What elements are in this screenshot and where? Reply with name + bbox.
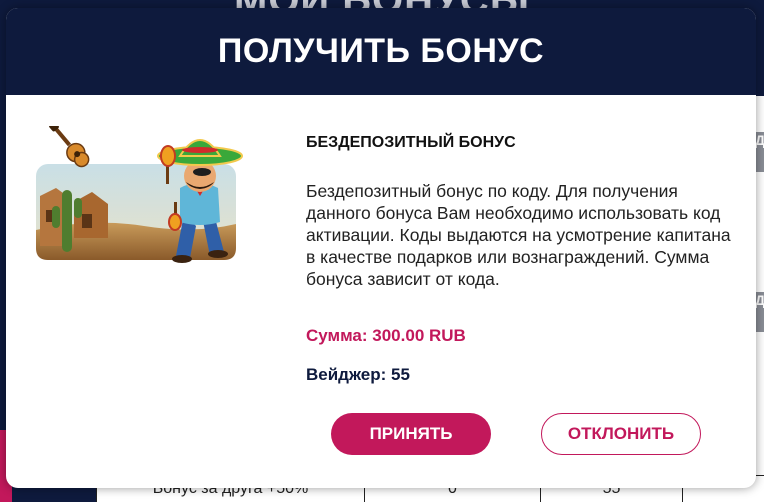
bonus-amount: Сумма: 300.00 RUB <box>306 326 466 345</box>
accept-button[interactable]: ПРИНЯТЬ <box>331 413 491 455</box>
modal-header: ПОЛУЧИТЬ БОНУС <box>6 8 756 95</box>
decline-button[interactable]: ОТКЛОНИТЬ <box>541 413 701 455</box>
bonus-illustration <box>36 126 243 263</box>
guitar-icon <box>49 126 90 168</box>
get-bonus-modal: ПОЛУЧИТЬ БОНУС БЕЗДЕПОЗИТНЫЙ БОНУС Безде… <box>6 8 756 488</box>
bonus-name: БЕЗДЕПОЗИТНЫЙ БОНУС <box>306 134 516 151</box>
bonus-wager: Вейджер: 55 <box>306 365 410 384</box>
modal-title: ПОЛУЧИТЬ БОНУС <box>217 32 545 70</box>
bonus-description: Бездепозитный бонус по коду. Для получен… <box>306 181 731 289</box>
